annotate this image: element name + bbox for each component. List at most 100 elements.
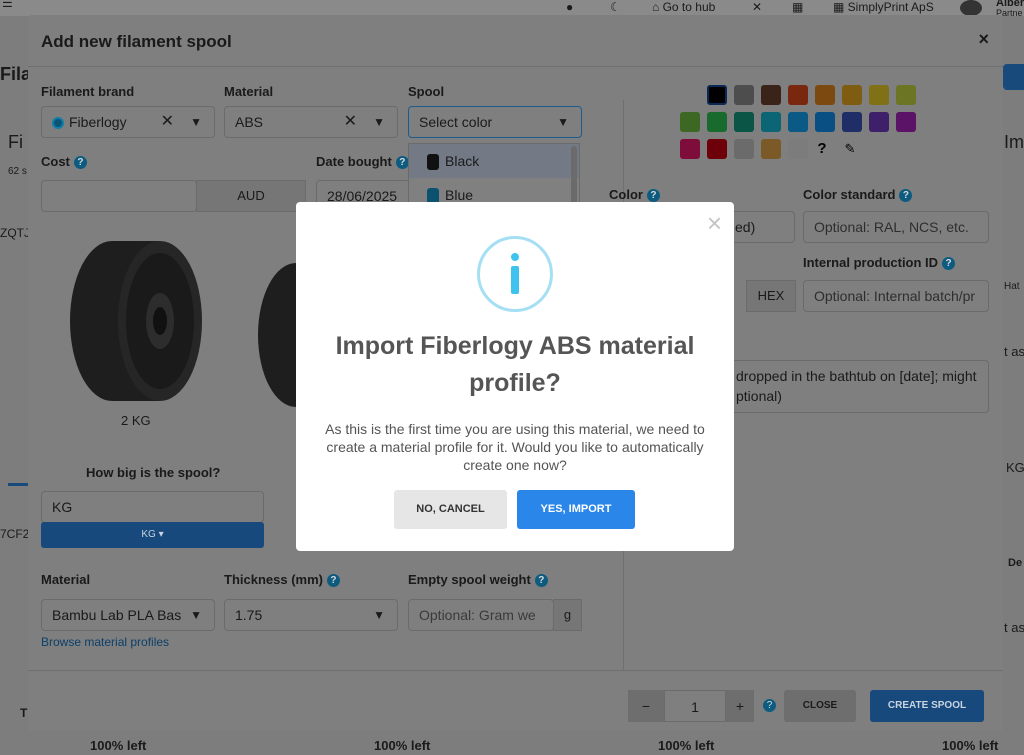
cancel-button[interactable]: NO, CANCEL <box>394 490 507 529</box>
spool-1kg-image[interactable] <box>256 260 300 410</box>
bg-text: T <box>20 706 28 720</box>
discord-icon[interactable]: ● <box>566 0 573 14</box>
background-bottom: 100% left 100% left 100% left 100% left <box>0 730 1024 755</box>
menu-icon[interactable]: ☰ <box>2 0 13 10</box>
bg-blue-button <box>1003 64 1024 90</box>
color-swatch[interactable] <box>734 85 754 105</box>
info-icon <box>477 236 553 312</box>
color-swatch[interactable] <box>734 112 754 132</box>
close-button[interactable]: CLOSE <box>784 690 856 722</box>
close-icon[interactable]: × <box>978 29 989 50</box>
background-left <box>0 16 28 755</box>
internal-production-id-input[interactable]: Optional: Internal batch/pr <box>803 280 989 312</box>
modal-title: Add new filament spool <box>41 32 232 51</box>
org-switcher[interactable]: ▦ SimplyPrint ApS <box>833 0 934 14</box>
color-swatch[interactable] <box>869 112 889 132</box>
unknown-color-button[interactable]: ? <box>812 139 832 159</box>
color-swatch[interactable] <box>788 85 808 105</box>
chevron-down-icon[interactable]: ▼ <box>190 107 202 137</box>
help-icon[interactable]: ? <box>534 574 548 588</box>
color-swatch[interactable] <box>788 139 808 159</box>
spool-size-question: How big is the spool? <box>86 465 221 480</box>
color-swatch[interactable] <box>707 112 727 132</box>
bg-text: Fila <box>0 64 32 84</box>
color-swatch[interactable] <box>869 85 889 105</box>
empty-spool-weight-input[interactable]: Optional: Gram we <box>408 599 554 631</box>
color-label-text: Color <box>609 187 643 202</box>
color-swatch[interactable] <box>761 139 781 159</box>
color-name-value: ed) <box>735 219 756 235</box>
material-label: Material <box>224 84 274 99</box>
color-standard-input[interactable]: Optional: RAL, NCS, etc. <box>803 211 989 243</box>
help-icon[interactable]: ? <box>326 574 340 588</box>
color-swatch[interactable] <box>707 139 727 159</box>
color-swatch[interactable] <box>734 139 754 159</box>
color-swatch[interactable] <box>680 139 700 159</box>
color-swatch[interactable] <box>815 85 835 105</box>
color-swatch[interactable] <box>842 112 862 132</box>
help-icon[interactable]: ? <box>942 257 956 271</box>
color-swatch[interactable] <box>761 85 781 105</box>
material-select[interactable]: ABS ✕ ▼ <box>224 106 398 138</box>
increment-button[interactable]: + <box>726 690 754 722</box>
moon-icon[interactable]: ☾ <box>610 0 621 14</box>
color-swatch[interactable] <box>680 85 700 105</box>
bg-text: KG <box>1006 460 1024 475</box>
calendar-icon[interactable]: ▦ <box>792 0 803 14</box>
bg-text: t as <box>1004 344 1024 359</box>
help-icon[interactable]: ? <box>73 156 87 170</box>
thickness-select[interactable]: 1.75 ▼ <box>224 599 398 631</box>
material-profile-select[interactable]: Bambu Lab PLA Bas ▼ <box>41 599 215 631</box>
option-label: Black <box>445 153 480 169</box>
chevron-down-icon[interactable]: ▼ <box>373 600 385 630</box>
avatar[interactable] <box>960 0 982 16</box>
help-icon[interactable]: ? <box>899 189 913 203</box>
quantity-input[interactable]: 1 <box>664 690 726 722</box>
color-swatch[interactable] <box>707 85 727 105</box>
clear-icon[interactable]: ✕ <box>344 107 357 137</box>
unit-dropdown-button[interactable]: KG ▾ <box>41 522 264 548</box>
help-icon[interactable]: ? <box>763 699 776 712</box>
color-swatch[interactable] <box>896 112 916 132</box>
spool-color-select[interactable]: Select color ▼ <box>408 106 582 138</box>
color-swatch[interactable] <box>815 112 835 132</box>
hex-label: HEX <box>746 280 796 312</box>
modal-header: Add new filament spool × <box>28 15 1003 67</box>
help-icon[interactable]: ? <box>395 156 409 170</box>
cost-input[interactable] <box>41 180 197 212</box>
help-icon[interactable]: ? <box>646 189 660 203</box>
spool-placeholder: Select color <box>419 114 493 130</box>
spool-weight-input[interactable]: KG <box>41 491 264 523</box>
internal-production-id-label-text: Internal production ID <box>803 255 939 270</box>
clear-icon[interactable]: ✕ <box>161 107 174 137</box>
color-swatch[interactable] <box>896 85 916 105</box>
material-profile-label: Material <box>41 572 91 587</box>
chevron-down-icon[interactable]: ▼ <box>557 107 569 137</box>
create-spool-button[interactable]: CREATE SPOOL <box>870 690 984 722</box>
date-bought-label-text: Date bought <box>316 154 392 169</box>
color-swatch[interactable] <box>680 112 700 132</box>
go-to-hub-link[interactable]: ⌂ Go to hub <box>652 0 715 14</box>
import-button[interactable]: YES, IMPORT <box>517 490 635 529</box>
dropdown-option-black[interactable]: Black <box>409 144 579 178</box>
bg-spool-left: 100% left <box>374 738 431 753</box>
chevron-down-icon[interactable]: ▼ <box>190 600 202 630</box>
spool-color-dropdown: Black Blue <box>408 143 580 207</box>
decrement-button[interactable]: − <box>628 690 664 722</box>
chevron-down-icon[interactable]: ▼ <box>373 107 385 137</box>
color-swatch[interactable] <box>788 112 808 132</box>
spool-2kg-image[interactable] <box>68 233 204 411</box>
brand-logo-icon <box>52 117 64 130</box>
dropdown-scrollbar[interactable] <box>571 146 577 204</box>
color-swatch[interactable] <box>842 85 862 105</box>
browse-material-profiles-link[interactable]: Browse material profiles <box>41 635 169 649</box>
bg-text: Im <box>1004 132 1024 152</box>
currency-select[interactable]: AUD <box>196 180 306 212</box>
empty-spool-weight-label: Empty spool weight? <box>408 572 548 588</box>
info-glyph <box>511 253 519 294</box>
tools-icon[interactable]: ✕ <box>752 0 762 14</box>
filament-brand-select[interactable]: Fiberlogy ✕ ▼ <box>41 106 215 138</box>
close-icon[interactable]: × <box>707 210 722 236</box>
color-swatch[interactable] <box>761 112 781 132</box>
pencil-icon[interactable]: ✎ <box>840 139 860 159</box>
